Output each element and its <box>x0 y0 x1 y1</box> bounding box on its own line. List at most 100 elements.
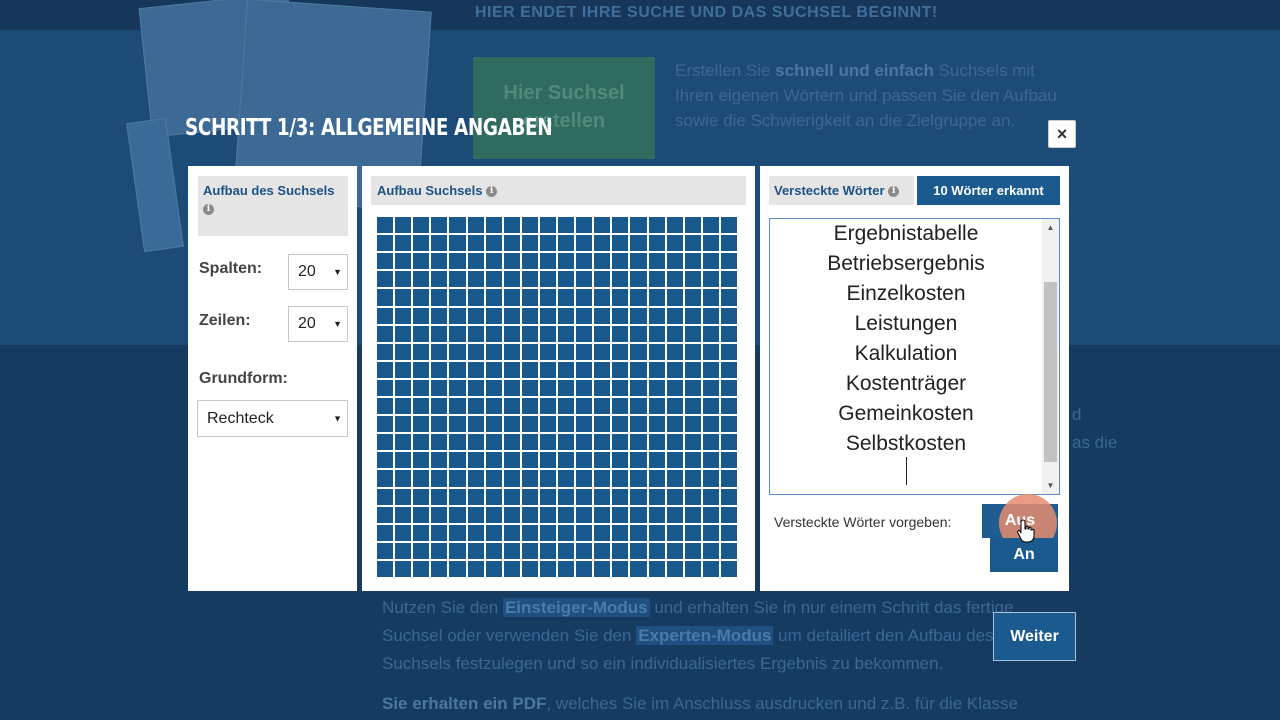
grid-cell <box>395 398 412 415</box>
grid-cell <box>395 361 412 378</box>
grid-cell <box>666 217 683 234</box>
grid-cell <box>612 542 629 559</box>
grid-cell <box>377 307 394 324</box>
toggle-on-option[interactable]: An <box>990 538 1058 572</box>
grid-cell <box>449 253 466 270</box>
hidden-words-textarea[interactable]: Ergebnistabelle Betriebsergebnis Einzelkos… <box>769 218 1060 495</box>
grid-cell <box>431 488 448 505</box>
grid-cell <box>702 379 719 396</box>
grid-cell <box>612 379 629 396</box>
columns-select[interactable]: 20 ▼ <box>288 254 348 290</box>
grid-cell <box>431 379 448 396</box>
grid-cell <box>413 325 430 342</box>
rows-select[interactable]: 20 ▼ <box>288 306 348 342</box>
chevron-down-icon: ▼ <box>333 413 342 423</box>
grid-cell <box>720 235 737 252</box>
hidden-words-panel: Versteckte Wörter i 10 Wörter erkannt Er… <box>760 166 1069 591</box>
grid-cell <box>467 289 484 306</box>
grid-cell <box>594 416 611 433</box>
close-button[interactable]: × <box>1048 120 1076 148</box>
grid-cell <box>521 470 538 487</box>
grid-cell <box>467 506 484 523</box>
hidden-word: Kalkulation <box>854 342 958 365</box>
scroll-up-icon[interactable]: ▲ <box>1042 219 1059 236</box>
scroll-thumb[interactable] <box>1044 282 1057 462</box>
columns-value: 20 <box>298 263 316 280</box>
grid-cell <box>666 416 683 433</box>
info-icon[interactable]: i <box>203 204 214 216</box>
grid-cell <box>576 434 593 451</box>
grid-cell <box>612 271 629 288</box>
grid-cell <box>594 325 611 342</box>
grid-cell <box>503 506 520 523</box>
grid-cell <box>377 361 394 378</box>
grid-cell <box>395 271 412 288</box>
grid-cell <box>449 271 466 288</box>
grid-cell <box>612 235 629 252</box>
grid-cell <box>431 253 448 270</box>
grid-cell <box>702 217 719 234</box>
grid-cell <box>395 325 412 342</box>
grid-cell <box>431 307 448 324</box>
grid-cell <box>702 524 719 541</box>
grid-cell <box>666 289 683 306</box>
grid-cell <box>684 524 701 541</box>
grid-cell <box>666 271 683 288</box>
background-header-text: HIER ENDET IHRE SUCHE UND DAS SUCHSEL BE… <box>475 4 938 21</box>
grid-cell <box>503 470 520 487</box>
grid-cell <box>413 506 430 523</box>
grid-cell <box>431 452 448 469</box>
grid-cell <box>485 325 502 342</box>
word-list: Ergebnistabelle Betriebsergebnis Einzelkos… <box>770 219 1042 459</box>
next-button[interactable]: Weiter <box>993 612 1076 661</box>
grid-cell <box>666 325 683 342</box>
grid-cell <box>612 470 629 487</box>
grid-cell <box>413 542 430 559</box>
grid-cell <box>467 488 484 505</box>
scroll-down-icon[interactable]: ▼ <box>1042 477 1059 494</box>
grid-cell <box>503 217 520 234</box>
info-icon[interactable]: i <box>888 186 900 198</box>
grid-cell <box>612 217 629 234</box>
grid-cell <box>521 343 538 360</box>
grid-cell <box>648 416 665 433</box>
grid-cell <box>576 253 593 270</box>
grid-cell <box>539 289 556 306</box>
grid-cell <box>684 488 701 505</box>
grid-cell <box>539 452 556 469</box>
grid-cell <box>449 398 466 415</box>
grid-cell <box>521 398 538 415</box>
grid-cell <box>576 271 593 288</box>
grid-cell <box>648 343 665 360</box>
grid-cell <box>594 560 611 577</box>
grid-cell <box>702 452 719 469</box>
info-icon[interactable]: i <box>486 186 498 198</box>
grid-cell <box>521 325 538 342</box>
rows-value: 20 <box>298 315 316 332</box>
grid-cell <box>467 542 484 559</box>
grid-cell <box>594 434 611 451</box>
grid-cell <box>539 488 556 505</box>
grid-cell <box>630 217 647 234</box>
grid-cell <box>539 416 556 433</box>
grid-cell <box>377 325 394 342</box>
shape-select[interactable]: Rechteck ▼ <box>197 400 348 437</box>
grid-cell <box>648 253 665 270</box>
grid-cell <box>539 253 556 270</box>
grid-cell <box>720 452 737 469</box>
grid-cell <box>431 542 448 559</box>
grid-cell <box>431 506 448 523</box>
grid-cell <box>630 253 647 270</box>
grid-cell <box>449 470 466 487</box>
grid-cell <box>684 253 701 270</box>
grid-cell <box>576 217 593 234</box>
grid-cell <box>558 560 575 577</box>
grid-cell <box>558 235 575 252</box>
predefine-words-toggle[interactable]: Aus An <box>982 494 1058 572</box>
grid-cell <box>413 470 430 487</box>
textarea-scrollbar[interactable]: ▲ ▼ <box>1042 219 1059 494</box>
background-intro-text: Erstellen Sie schnell und einfach Suchse… <box>675 61 1057 130</box>
grid-cell <box>648 271 665 288</box>
grid-cell <box>666 470 683 487</box>
grid-cell <box>539 217 556 234</box>
